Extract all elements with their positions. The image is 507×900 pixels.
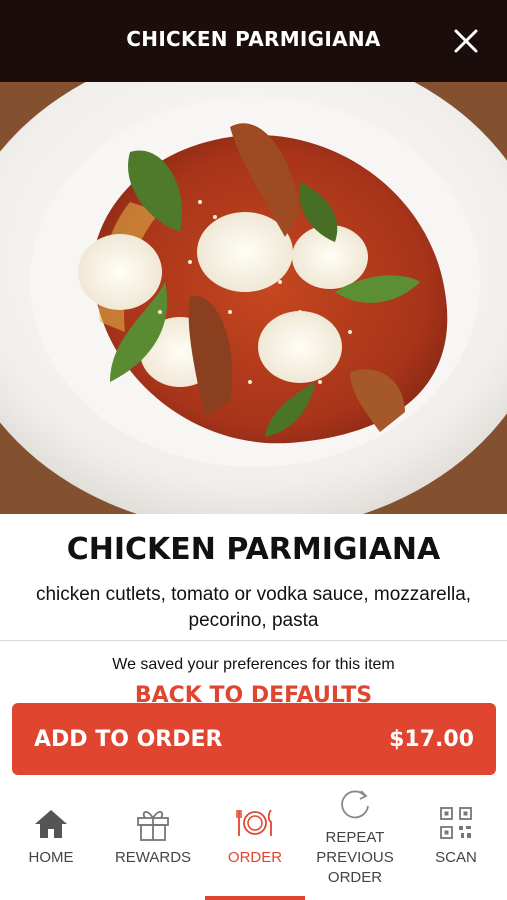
repeat-icon	[341, 790, 369, 819]
gift-icon	[137, 811, 169, 841]
top-header: CHICKEN PARMIGIANA	[0, 0, 507, 82]
tab-home-label: HOME	[28, 849, 74, 866]
divider	[0, 640, 507, 641]
dish-name: CHICKEN PARMIGIANA	[66, 532, 441, 567]
dish-photo	[0, 82, 507, 514]
active-tab-indicator	[205, 896, 305, 900]
plate-cutlery-icon	[236, 809, 272, 836]
add-to-order-label: ADD TO ORDER	[34, 727, 223, 752]
tab-repeat-previous-order[interactable]: REPEAT PREVIOUS ORDER	[305, 782, 405, 900]
item-price: $17.00	[389, 727, 474, 752]
tab-repeat-label: REPEAT PREVIOUS ORDER	[316, 829, 394, 886]
close-icon[interactable]	[453, 28, 479, 54]
header-title: CHICKEN PARMIGIANA	[126, 27, 381, 51]
tab-scan[interactable]: SCAN	[418, 782, 494, 900]
tab-scan-label: SCAN	[435, 849, 477, 866]
add-to-order-button[interactable]: ADD TO ORDER $17.00	[12, 703, 496, 775]
tab-home[interactable]: HOME	[10, 782, 92, 900]
tab-rewards[interactable]: REWARDS	[108, 782, 198, 900]
bottom-tab-bar: HOME REWARDS ORDER REPEAT PREVIOUS ORDER	[0, 782, 507, 900]
tab-order-label: ORDER	[227, 849, 283, 866]
preferences-note: We saved your preferences for this item	[112, 656, 395, 673]
qr-code-icon	[440, 807, 472, 839]
dish-description: chicken cutlets, tomato or vodka sauce, …	[35, 584, 472, 631]
back-to-defaults-link[interactable]: BACK TO DEFAULTS	[0, 681, 507, 703]
tab-rewards-label: REWARDS	[114, 849, 192, 866]
home-icon	[35, 810, 67, 838]
tab-order[interactable]: ORDER	[210, 782, 300, 900]
